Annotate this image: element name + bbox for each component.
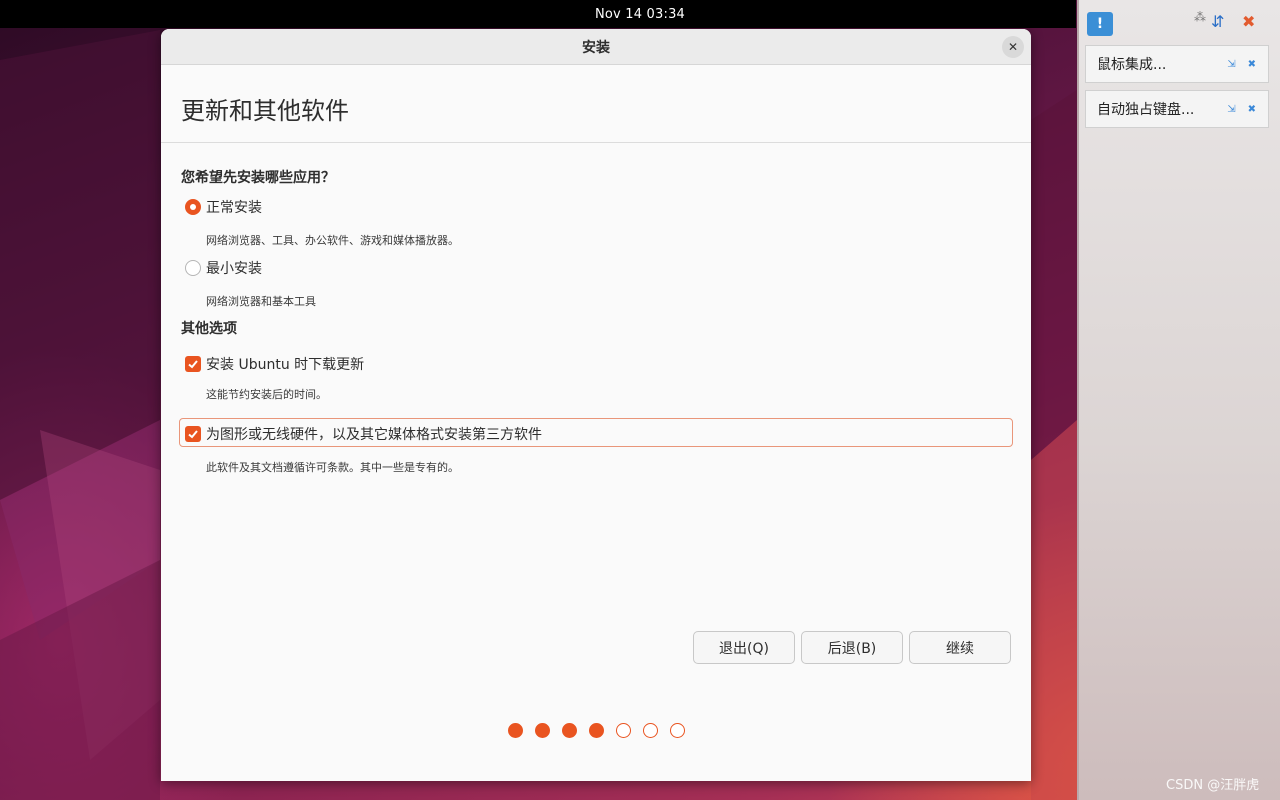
radio-minimal-install[interactable]: 最小安装 — [185, 258, 262, 278]
side-panel-toolbar: ! ⁂ ⇵ ✖ — [1087, 8, 1274, 36]
progress-dot-completed — [507, 723, 523, 738]
progress-dot-pending — [642, 723, 658, 738]
third-party-label[interactable]: 为图形或无线硬件，以及其它媒体格式安装第三方软件 — [206, 424, 542, 444]
page-header: 更新和其他软件 — [161, 65, 1031, 143]
installer-window: 安装 ✕ 更新和其他软件 您希望先安装哪些应用？ 正常安装 网络浏览器、工具、办… — [161, 29, 1031, 781]
download-updates-label[interactable]: 安装 Ubuntu 时下载更新 — [206, 354, 364, 374]
progress-dot-completed — [534, 723, 550, 738]
notification-keyboard-capture[interactable]: 自动独占键盘... ⇲ ✖ — [1085, 90, 1269, 128]
radio-normal-install[interactable]: 正常安装 — [185, 197, 262, 217]
other-options-title: 其他选项 — [181, 321, 237, 337]
network-icon[interactable]: ⁂ — [1194, 10, 1206, 24]
notification-text: 自动独占键盘... — [1097, 102, 1195, 118]
radio-minimal-label[interactable]: 最小安装 — [206, 258, 262, 278]
progress-dot-completed — [588, 723, 604, 738]
sort-icon[interactable]: ⇵ — [1211, 12, 1224, 31]
radio-unselected-icon[interactable] — [185, 260, 201, 276]
progress-dot-completed — [561, 723, 577, 738]
notification-text: 鼠标集成... — [1097, 57, 1167, 73]
notification-mouse-integration[interactable]: 鼠标集成... ⇲ ✖ — [1085, 45, 1269, 83]
checkbox-download-updates[interactable]: 安装 Ubuntu 时下载更新 — [185, 354, 364, 374]
checkbox-checked-icon[interactable] — [185, 356, 201, 372]
top-bar: Nov 14 03:34 — [0, 0, 1076, 28]
progress-indicator — [161, 723, 1031, 738]
minimal-install-description: 网络浏览器和基本工具 — [206, 295, 316, 308]
window-title: 安装 — [582, 39, 610, 56]
watermark: CSDN @汪胖虎 — [1166, 778, 1260, 793]
quit-button[interactable]: 退出(Q) — [693, 631, 795, 664]
pin-icon[interactable]: ⇲ — [1227, 59, 1235, 70]
checkbox-checked-icon[interactable] — [185, 426, 201, 442]
alert-icon[interactable]: ✖ — [1242, 12, 1255, 31]
clock[interactable]: Nov 14 03:34 — [595, 7, 685, 22]
window-titlebar[interactable]: 安装 ✕ — [161, 29, 1031, 65]
third-party-description: 此软件及其文档遵循许可条款。其中一些是专有的。 — [206, 461, 459, 474]
install-question: 您希望先安装哪些应用？ — [181, 170, 335, 186]
close-icon: ✕ — [1007, 40, 1019, 54]
normal-install-description: 网络浏览器、工具、办公软件、游戏和媒体播放器。 — [206, 234, 459, 247]
pin-icon[interactable]: ⇲ — [1227, 104, 1235, 115]
download-updates-description: 这能节约安装后的时间。 — [206, 388, 327, 401]
radio-normal-label[interactable]: 正常安装 — [206, 197, 262, 217]
dismiss-icon[interactable]: ✖ — [1248, 59, 1256, 70]
message-icon[interactable]: ! — [1087, 12, 1113, 36]
continue-button[interactable]: 继续 — [909, 631, 1011, 664]
dismiss-icon[interactable]: ✖ — [1248, 104, 1256, 115]
close-button[interactable]: ✕ — [1002, 36, 1024, 58]
page-title: 更新和其他软件 — [181, 97, 349, 125]
back-button[interactable]: 后退(B) — [801, 631, 903, 664]
checkbox-third-party-software[interactable]: 为图形或无线硬件，以及其它媒体格式安装第三方软件 — [185, 424, 542, 444]
progress-dot-pending — [669, 723, 685, 738]
progress-dot-pending — [615, 723, 631, 738]
radio-selected-icon[interactable] — [185, 199, 201, 215]
